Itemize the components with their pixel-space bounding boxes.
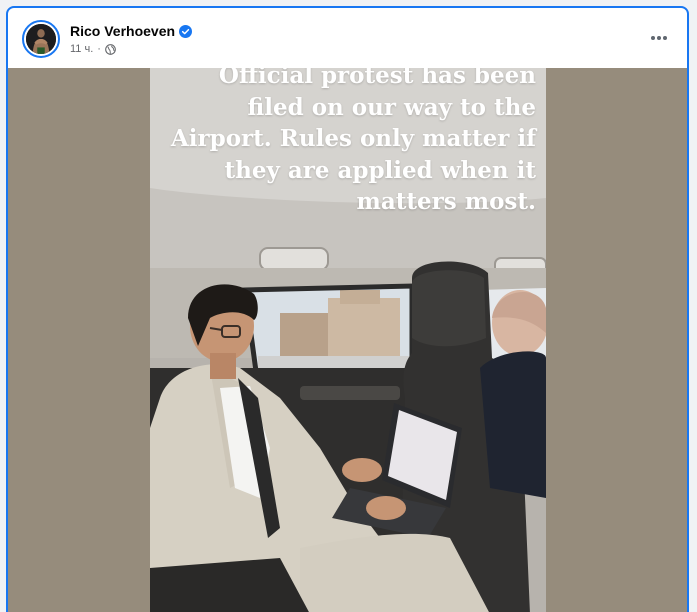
post-meta: 11 ч. · [70,43,116,55]
avatar-photo [26,24,56,54]
post-photo[interactable]: Official protest has been filed on our w… [150,68,546,612]
author-row: Rico Verhoeven [70,23,193,39]
author-avatar[interactable] [22,20,60,58]
meta-separator: · [97,43,101,55]
post-media: Official protest has been filed on our w… [8,68,687,612]
author-name[interactable]: Rico Verhoeven [70,23,175,39]
post-timestamp[interactable]: 11 ч. [70,43,93,55]
verified-badge-icon [179,24,193,38]
post-header: Rico Verhoeven 11 ч. · [8,8,687,68]
globe-icon[interactable] [105,43,116,55]
more-horizontal-icon [651,36,667,40]
post-card: Rico Verhoeven 11 ч. · Official protest … [6,6,689,612]
photo-caption-overlay: Official protest has been filed on our w… [170,68,536,215]
more-options-button[interactable] [647,26,671,50]
